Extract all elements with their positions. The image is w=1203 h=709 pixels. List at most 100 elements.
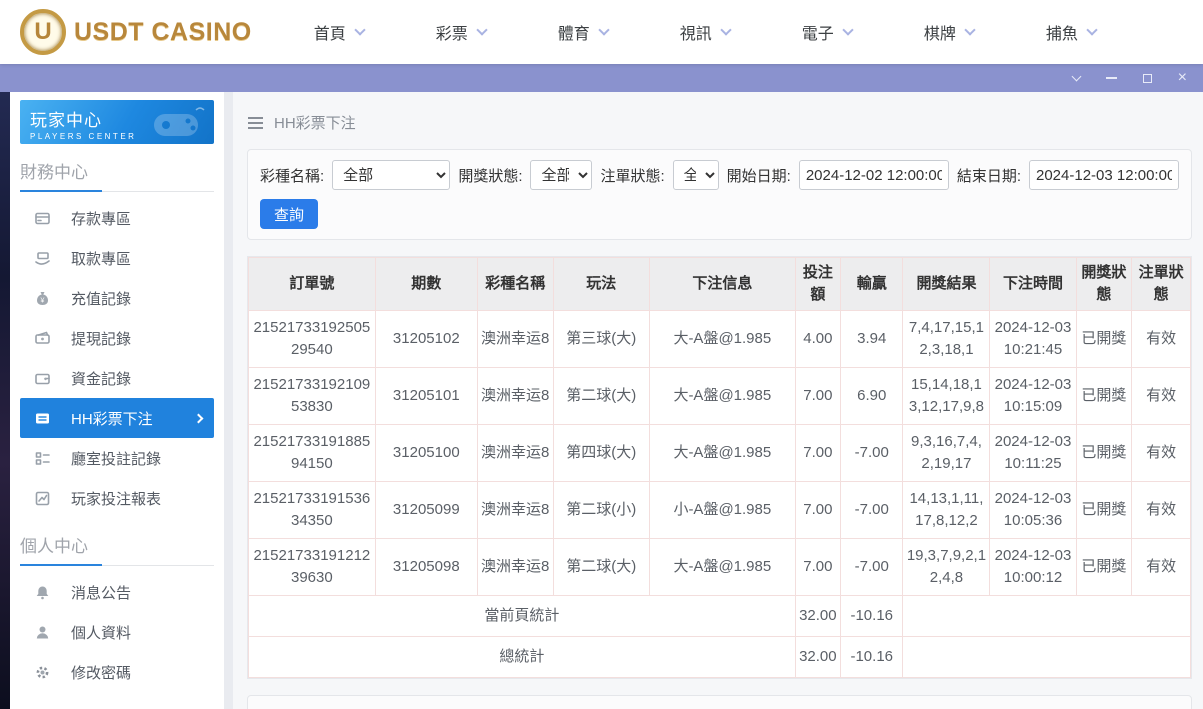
- window-titlebar: ×: [0, 64, 1203, 92]
- nav-item-home[interactable]: 首頁: [314, 20, 366, 44]
- end-date-label: 結束日期:: [956, 167, 1021, 185]
- nav-item-slots[interactable]: 電子: [802, 20, 854, 44]
- table-cell: 31205101: [374, 366, 478, 425]
- close-icon[interactable]: ×: [1178, 70, 1187, 86]
- table-cell: 小-A盤@1.985: [649, 480, 796, 539]
- hamburger-menu-icon[interactable]: [247, 116, 264, 130]
- summary-label: 總統計: [248, 635, 796, 678]
- search-button[interactable]: 查詢: [260, 199, 319, 229]
- table-cell: 31205102: [374, 309, 478, 368]
- chevron-down-icon: [842, 24, 854, 36]
- lottery-name-select[interactable]: 全部: [332, 160, 451, 190]
- sidebar-item-deposit[interactable]: 存款專區: [20, 198, 214, 238]
- table-cell: 澳洲幸运8: [476, 366, 554, 425]
- summary-bet-total: 32.00: [794, 594, 842, 637]
- sidebar-item-announcements[interactable]: 消息公告: [20, 572, 214, 612]
- end-date-input[interactable]: [1029, 160, 1179, 190]
- table-cell: 第二球(大): [552, 366, 651, 425]
- main-content: HH彩票下注 彩種名稱: 全部 開獎狀態: 全部 注單狀態: 全部 開始日期: …: [233, 92, 1203, 709]
- sidebar-item-withdrawal-records[interactable]: 提現記錄: [20, 318, 214, 358]
- table-cell: 2024-12-03 10:15:09: [989, 366, 1077, 425]
- sidebar-item-label: 玩家投注報表: [71, 490, 162, 508]
- table-cell: 2152173319250529540: [248, 309, 376, 368]
- pagination-panel: 每頁顯示20條 共5条 首页 上一页 1 下一页 第 页 跳转: [247, 694, 1192, 709]
- orders-table-wrap: 訂單號 期數 彩種名稱 玩法 下注信息 投注額 輸贏 開獎結果 下注時間 開獎狀態 注單狀態 215…: [247, 256, 1192, 679]
- sidebar-item-label: HH彩票下注: [71, 410, 153, 428]
- person-icon: [36, 626, 49, 638]
- table-cell: 9,3,16,7,4,2,19,17: [902, 423, 991, 482]
- column-header: 玩法: [552, 257, 651, 311]
- table-cell: 7.00: [794, 537, 842, 596]
- sidebar-item-label: 充值記錄: [71, 290, 132, 308]
- column-header: 彩種名稱: [476, 257, 554, 311]
- order-status-select[interactable]: 全部: [672, 160, 719, 190]
- table-body: 2152173319250529540 31205102 澳洲幸运8 第三球(大) 大-…: [248, 309, 1191, 596]
- table-cell: 14,13,1,11,17,8,12,2: [902, 480, 991, 539]
- chevron-down-icon: [476, 24, 488, 36]
- table-cell: 2152173319153634350: [248, 480, 376, 539]
- sidebar-item-label: 消息公告: [71, 584, 132, 602]
- table-cell: 有效: [1131, 537, 1191, 596]
- start-date-input[interactable]: [798, 160, 949, 190]
- chevron-down-icon: [1086, 24, 1098, 36]
- maximize-icon[interactable]: [1142, 73, 1152, 83]
- sidebar-item-profile[interactable]: 個人資料: [20, 612, 214, 652]
- order-status-label: 注單狀態:: [600, 167, 665, 185]
- bell-icon: [36, 586, 49, 599]
- table-cell: 7,4,17,15,12,3,18,1: [902, 309, 991, 368]
- table-cell: 澳洲幸运8: [476, 423, 554, 482]
- summary-row-current-page: 當前頁統計 32.00 -10.16: [248, 594, 1191, 637]
- sidebar-item-withdraw[interactable]: 取款專區: [20, 238, 214, 278]
- sidebar-item-change-password[interactable]: 修改密碼: [20, 652, 214, 692]
- table-row: 2152173319153634350 31205099 澳洲幸运8 第二球(小) 小-…: [248, 480, 1191, 539]
- sidebar-item-recharge-records[interactable]: ¥ 充值記錄: [20, 278, 214, 318]
- section-divider: [20, 564, 214, 566]
- table-cell: 大-A盤@1.985: [649, 366, 796, 425]
- table-cell: 31205099: [374, 480, 478, 539]
- minimize-icon[interactable]: [1105, 77, 1117, 79]
- top-navbar: U USDT CASINO 首頁 彩票 體育 視訊 電子 棋牌 捕魚: [0, 0, 1203, 64]
- draw-status-select[interactable]: 全部: [530, 160, 593, 190]
- sidebar-item-hh-lottery-bets[interactable]: HH彩票下注: [20, 398, 214, 438]
- nav-item-lottery[interactable]: 彩票: [436, 20, 488, 44]
- summary-empty: [902, 635, 1191, 678]
- table-cell: -7.00: [840, 423, 904, 482]
- table-row: 2152173319121239630 31205098 澳洲幸运8 第二球(大) 大-…: [248, 537, 1191, 596]
- summary-winloss-total: -10.16: [840, 635, 904, 678]
- table-cell: 6.90: [840, 366, 904, 425]
- nav-item-fishing[interactable]: 捕魚: [1046, 20, 1098, 44]
- table-cell: 有效: [1131, 366, 1191, 425]
- nav-item-label: 棋牌: [923, 26, 956, 43]
- table-cell: 已開獎: [1075, 480, 1133, 539]
- table-cell: 2152173319188594150: [248, 423, 376, 482]
- orders-table: 訂單號 期數 彩種名稱 玩法 下注信息 投注額 輸贏 開獎結果 下注時間 開獎狀態 注單狀態 215…: [248, 257, 1191, 678]
- sidebar-item-player-bet-report[interactable]: 玩家投注報表: [20, 478, 214, 518]
- sidebar-item-funds-records[interactable]: 資金記錄: [20, 358, 214, 398]
- sidebar-item-label: 修改密碼: [71, 664, 132, 682]
- summary-empty: [902, 594, 1191, 637]
- table-cell: 4.00: [794, 309, 842, 368]
- table-cell: 第二球(小): [552, 480, 651, 539]
- column-header: 開獎狀態: [1075, 257, 1133, 311]
- nav-item-boardgames[interactable]: 棋牌: [923, 20, 976, 44]
- table-cell: 31205098: [374, 537, 478, 596]
- table-row: 2152173319188594150 31205100 澳洲幸运8 第四球(大) 大-…: [248, 423, 1191, 482]
- table-cell: 大-A盤@1.985: [649, 423, 796, 482]
- report-chart-icon: [35, 491, 50, 505]
- table-cell: 2024-12-03 10:11:25: [989, 423, 1077, 482]
- section-title-personal: 個人中心: [20, 537, 88, 556]
- sidebar-item-label: 個人資料: [71, 624, 132, 642]
- sidebar-item-label: 廳室投註記錄: [71, 450, 162, 468]
- sidebar-item-label: 存款專區: [71, 210, 132, 228]
- collapse-chevron-icon[interactable]: [1071, 71, 1082, 82]
- column-header: 下注時間: [989, 257, 1077, 311]
- nav-item-sports[interactable]: 體育: [558, 20, 610, 44]
- nav-item-live[interactable]: 視訊: [680, 20, 732, 44]
- logo[interactable]: U USDT CASINO: [20, 9, 252, 55]
- table-cell: -7.00: [840, 537, 904, 596]
- room-records-icon: [35, 451, 50, 465]
- table-cell: 已開獎: [1075, 537, 1133, 596]
- sidebar-item-hall-bet-records[interactable]: 廳室投註記錄: [20, 438, 214, 478]
- withdraw-hand-icon: [35, 251, 50, 265]
- table-cell: 3.94: [840, 309, 904, 368]
